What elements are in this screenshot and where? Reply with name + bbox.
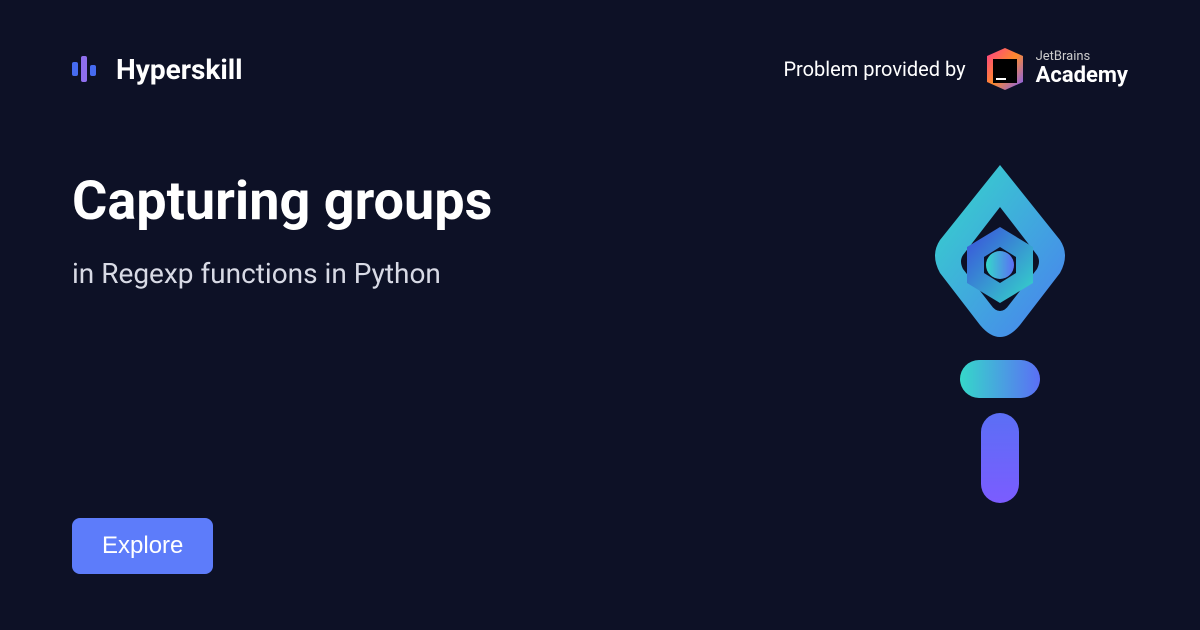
jetbrains-text-top: JetBrains (1036, 50, 1128, 64)
jetbrains-text-bottom: Academy (1036, 64, 1128, 88)
hyperskill-logo-text: Hyperskill (116, 53, 243, 86)
header: Hyperskill Problem provided by (0, 0, 1200, 90)
explore-button[interactable]: Explore (72, 518, 213, 574)
pen-nib-icon (915, 165, 1085, 505)
jetbrains-text: JetBrains Academy (1036, 50, 1128, 88)
jetbrains-icon (984, 48, 1026, 90)
jetbrains-academy-logo: JetBrains Academy (984, 48, 1128, 90)
hyperskill-logo: Hyperskill (72, 53, 243, 86)
hyperskill-icon (72, 53, 104, 85)
provider-block: Problem provided by Je (783, 48, 1128, 90)
provider-label: Problem provided by (783, 57, 965, 81)
